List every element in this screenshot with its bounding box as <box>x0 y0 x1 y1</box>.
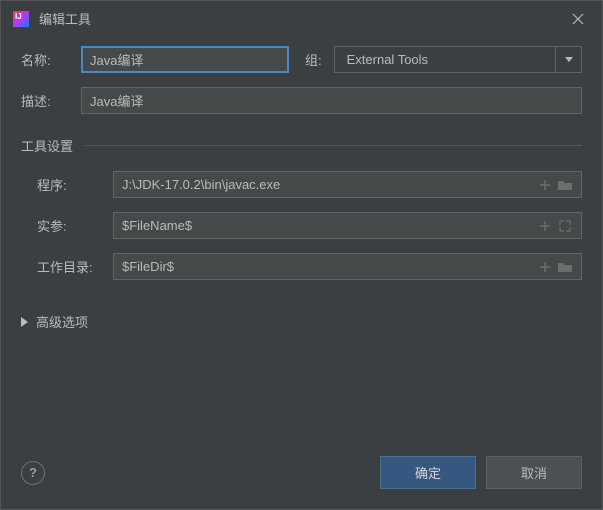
desc-input[interactable] <box>81 87 582 114</box>
window-title: 编辑工具 <box>39 9 556 28</box>
chevron-right-icon <box>21 317 28 327</box>
args-label: 实参: <box>21 216 101 235</box>
dialog-footer: ? 确定 取消 <box>21 456 582 493</box>
args-field <box>113 212 582 239</box>
advanced-expander[interactable]: 高级选项 <box>21 312 582 331</box>
workdir-field <box>113 253 582 280</box>
insert-macro-args-button[interactable] <box>537 218 553 234</box>
dialog-content: 名称: 组: External Tools 描述: 工具设置 程序: <box>1 36 602 509</box>
name-row: 名称: 组: External Tools <box>21 46 582 73</box>
plus-icon <box>539 261 551 273</box>
spacer <box>21 331 582 456</box>
group-combo-value: External Tools <box>335 47 555 72</box>
expand-icon <box>559 220 571 232</box>
program-input[interactable] <box>114 172 533 197</box>
intellij-icon <box>13 11 29 27</box>
close-button[interactable] <box>566 11 590 27</box>
args-row: 实参: <box>21 212 582 239</box>
program-label: 程序: <box>21 175 101 194</box>
browse-program-button[interactable] <box>557 177 573 193</box>
advanced-label: 高级选项 <box>36 312 88 331</box>
expand-args-button[interactable] <box>557 218 573 234</box>
args-input[interactable] <box>114 213 533 238</box>
name-label: 名称: <box>21 50 69 69</box>
help-button[interactable]: ? <box>21 461 45 485</box>
folder-icon <box>558 179 572 191</box>
chevron-down-icon <box>565 57 573 62</box>
browse-workdir-button[interactable] <box>557 259 573 275</box>
workdir-input[interactable] <box>114 254 533 279</box>
plus-icon <box>539 220 551 232</box>
name-input[interactable] <box>81 46 289 73</box>
workdir-label: 工作目录: <box>21 257 101 276</box>
desc-row: 描述: <box>21 87 582 114</box>
workdir-row: 工作目录: <box>21 253 582 280</box>
question-icon: ? <box>29 465 37 480</box>
group-combo-button[interactable] <box>555 47 581 72</box>
insert-macro-button[interactable] <box>537 177 553 193</box>
group-label: 组: <box>305 50 322 69</box>
folder-icon <box>558 261 572 273</box>
tool-settings-title: 工具设置 <box>21 136 582 155</box>
group-combo[interactable]: External Tools <box>334 46 582 73</box>
plus-icon <box>539 179 551 191</box>
program-row: 程序: <box>21 171 582 198</box>
program-field <box>113 171 582 198</box>
edit-tool-dialog: 编辑工具 名称: 组: External Tools 描述: 工具设置 程序: <box>0 0 603 510</box>
insert-macro-workdir-button[interactable] <box>537 259 553 275</box>
ok-button[interactable]: 确定 <box>380 456 476 489</box>
desc-label: 描述: <box>21 91 69 110</box>
cancel-button[interactable]: 取消 <box>486 456 582 489</box>
titlebar: 编辑工具 <box>1 1 602 36</box>
close-icon <box>572 13 584 25</box>
